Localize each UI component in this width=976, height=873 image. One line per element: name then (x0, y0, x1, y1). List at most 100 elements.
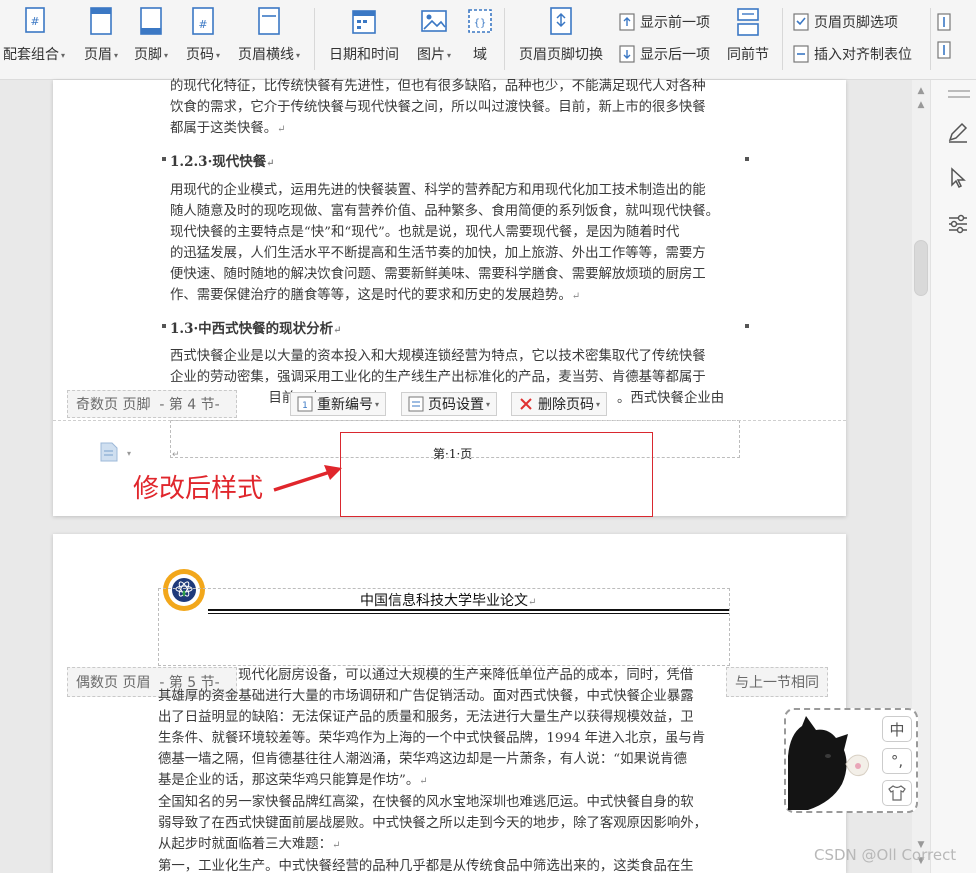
header-line-button[interactable]: 页眉横线 ▾ (232, 6, 306, 70)
show-previous-button[interactable]: 显示前一项 (618, 10, 710, 34)
overflow-button-top[interactable] (936, 10, 958, 34)
page-thumbnail-icon[interactable]: ▾ (100, 442, 134, 466)
picture-button[interactable]: 图片 ▾ (412, 6, 456, 70)
text-line: 基是企业的话，那这荣华鸡只能算是作坊”。↵ (158, 773, 428, 788)
drag-handle (948, 96, 970, 98)
delete-icon (520, 398, 532, 410)
svg-text:{}: {} (474, 18, 487, 29)
options-icon (793, 13, 809, 31)
insert-align-tab-button[interactable]: 插入对齐制表位 (792, 42, 912, 66)
shirt-icon[interactable] (882, 780, 912, 806)
show-next-button[interactable]: 显示后一项 (618, 42, 710, 66)
annotation-arrow-icon (273, 465, 342, 492)
footer-section-label: 奇数页 页脚 - 第 4 节- (67, 390, 237, 418)
svg-text:▾: ▾ (127, 449, 131, 458)
paragraph-top: 的现代化特征，比传统快餐有先进性，但也有很多缺陷，品种也少，不能满足现代人对各种… (170, 76, 706, 140)
toolbar-separator (504, 8, 505, 70)
page-number-settings-button[interactable]: 页码设置 ▾ (401, 392, 498, 416)
combo-icon: # (25, 7, 45, 33)
header-line-icon (258, 7, 280, 35)
toolbar-separator (930, 8, 931, 70)
text-cursor-icon (937, 13, 951, 31)
scrollbar-thumb[interactable] (914, 240, 928, 296)
picture-icon (421, 10, 447, 32)
text-line: 德基一墙之隔，但肯德基往往人潮汹涌，荣华鸡这边却是一片萧条，有人说：“如果说肯德 (158, 752, 688, 767)
switch-header-footer-button[interactable]: 页眉页脚切换 (514, 6, 608, 70)
paragraph-page2: 其雄厚的资金基础进行大量的市场调研和广告促销活动。面对西式快餐，中式快餐企业暴露… (158, 686, 707, 873)
heading-status-analysis: 1.3·中西式快餐的现状分析↵ (170, 321, 342, 337)
scroll-up-arrow-icon[interactable]: ▲ (915, 100, 927, 110)
text-cursor-icon (937, 41, 951, 59)
renumber-icon: 1 (297, 396, 313, 412)
text-line: 企业的劳动密集，强调采用工业化的生产线生产出标准化的产品，麦当劳、肯德基等都属于 (170, 370, 706, 385)
pointer-icon[interactable] (946, 166, 970, 190)
paragraph-mid: 用现代的企业模式，运用先进的快餐装置、科学的营养配方和用现代化加工技术制造出的能… (170, 180, 719, 307)
highlight-box (340, 432, 653, 517)
text-line: 用现代的企业模式，运用先进的快餐装置、科学的营养配方和用现代化加工技术制造出的能 (170, 183, 706, 198)
text-line: 弱导致了在西式快键面前屡战屡败。中式快餐之所以走到今天的地步，除了客观原因影响外… (158, 816, 708, 831)
combo-button[interactable]: # 配套组合 ▾ (0, 6, 68, 70)
header-icon (90, 7, 112, 35)
text-line: 生条件、就餐环境较差等。荣华鸡作为上海的一个中式快餐品牌，1994 年进入北京，… (158, 731, 706, 746)
heading-modern-fastfood: 1.2.3·现代快餐↵ (170, 154, 275, 170)
text-line: 随人随意及时的现吃现做、富有营养价值、品种繁多、食用简便的系列饭食，就叫现代快餐… (170, 204, 720, 219)
delete-page-number-button[interactable]: 删除页码 ▾ (511, 392, 608, 416)
text-line: 出了日益明显的缺陷：无法保证产品的质量和服务，无法进行大量生产以获得规模效益，卫 (158, 710, 694, 725)
ime-punctuation-toggle[interactable]: °, (882, 748, 912, 774)
heading-marker (162, 157, 166, 161)
header-footer-options-button[interactable]: 页眉页脚选项 (792, 10, 898, 34)
text-line: 饮食的需求，它介于传统快餐与现代快餐之间，所以叫过渡快餐。目前，新上市的很多快餐 (170, 100, 706, 115)
text-line: 从起步时就面临着三大难题：↵ (158, 837, 341, 852)
right-side-panel (930, 80, 976, 873)
heading-marker (745, 157, 749, 161)
svg-text:#: # (30, 15, 39, 28)
watermark-text: CSDN @Oll Correct (814, 846, 957, 864)
text-line: 作、需要保健治疗的膳食等等，这是时代的要求和历史的发展趋势。↵ (170, 288, 581, 303)
text-line: 第一，工业化生产。中式快餐经营的品种几乎都是从传统食品中筛选出来的，这类食品在生 (158, 859, 694, 873)
scroll-up-arrow-icon[interactable]: ▲ (915, 86, 927, 96)
sliders-icon[interactable] (946, 212, 970, 236)
heading-marker (162, 324, 166, 328)
calendar-icon (352, 10, 376, 34)
footer-boundary-line (53, 420, 846, 421)
cat-mascot-icon (788, 716, 870, 810)
footer-icon (140, 7, 162, 35)
annotation-text: 修改后样式 (133, 474, 264, 504)
toolbar-separator (782, 8, 783, 70)
toolbar-separator (314, 8, 315, 70)
paragraph-mark: ↵ (172, 450, 180, 460)
svg-text:1: 1 (302, 401, 308, 411)
ime-language-toggle[interactable]: 中 (882, 716, 912, 742)
text-line: 都属于这类快餐。↵ (170, 121, 286, 136)
text-line-tail: 。西式快餐企业由 (617, 391, 725, 406)
header-button[interactable]: 页眉 ▾ (80, 6, 122, 70)
text-line: 现代快餐的主要特点是“快”和“现代”。也就是说，现代人需要现代餐，是因为随着时代 (170, 225, 680, 240)
align-tab-icon (793, 45, 809, 63)
svg-text:#: # (198, 18, 207, 31)
text-line: 全国知名的另一家快餐品牌红高粱，在快餐的风水宝地深圳也难逃厄运。中式快餐自身的软 (158, 795, 694, 810)
page-number-button[interactable]: # 页码 ▾ (182, 6, 224, 70)
text-line: 的迅猛发展，人们生活水平不断提高和生活节奏的加快，加上旅游、外出工作等等，需要方 (170, 246, 706, 261)
date-time-button[interactable]: 日期和时间 (324, 6, 404, 70)
page-number-icon: # (192, 7, 214, 35)
same-as-previous-label[interactable]: 与上一节相同 (726, 667, 828, 697)
overflow-button-bottom[interactable] (936, 38, 958, 62)
switch-icon (550, 7, 572, 35)
text-line: 的现代化特征，比传统快餐有先进性，但也有很多缺陷，品种也少，不能满足现代人对各种 (170, 79, 706, 94)
field-icon: {} (468, 9, 492, 33)
renumber-button[interactable]: 1 重新编号 ▾ (290, 392, 387, 416)
heading-marker (745, 324, 749, 328)
drag-handle[interactable] (948, 90, 970, 92)
show-previous-icon (619, 13, 635, 31)
text-line: 现代化厨房设备，可以通过大规模的生产来降低单位产品的成本，同时，凭借 (238, 668, 694, 683)
same-as-previous-button[interactable]: 同前节 (722, 6, 774, 70)
show-next-icon (619, 45, 635, 63)
text-line: 西式快餐企业是以大量的资本投入和大规模连锁经营为特点，它以技术密集取代了传统快餐 (170, 349, 706, 364)
pen-icon[interactable] (946, 120, 970, 144)
page-settings-icon (408, 396, 424, 412)
header-edit-region[interactable] (158, 588, 730, 666)
header-footer-toolbar: # 配套组合 ▾ 页眉 ▾ 页脚 ▾ # 页码 ▾ 页眉横线 ▾ 日期和时间 图片 ▾ {}… (0, 0, 976, 80)
text-line: 其雄厚的资金基础进行大量的市场调研和广告促销活动。面对西式快餐，中式快餐企业暴露 (158, 689, 694, 704)
footer-button[interactable]: 页脚 ▾ (130, 6, 172, 70)
field-button[interactable]: {} 域 (464, 6, 496, 70)
